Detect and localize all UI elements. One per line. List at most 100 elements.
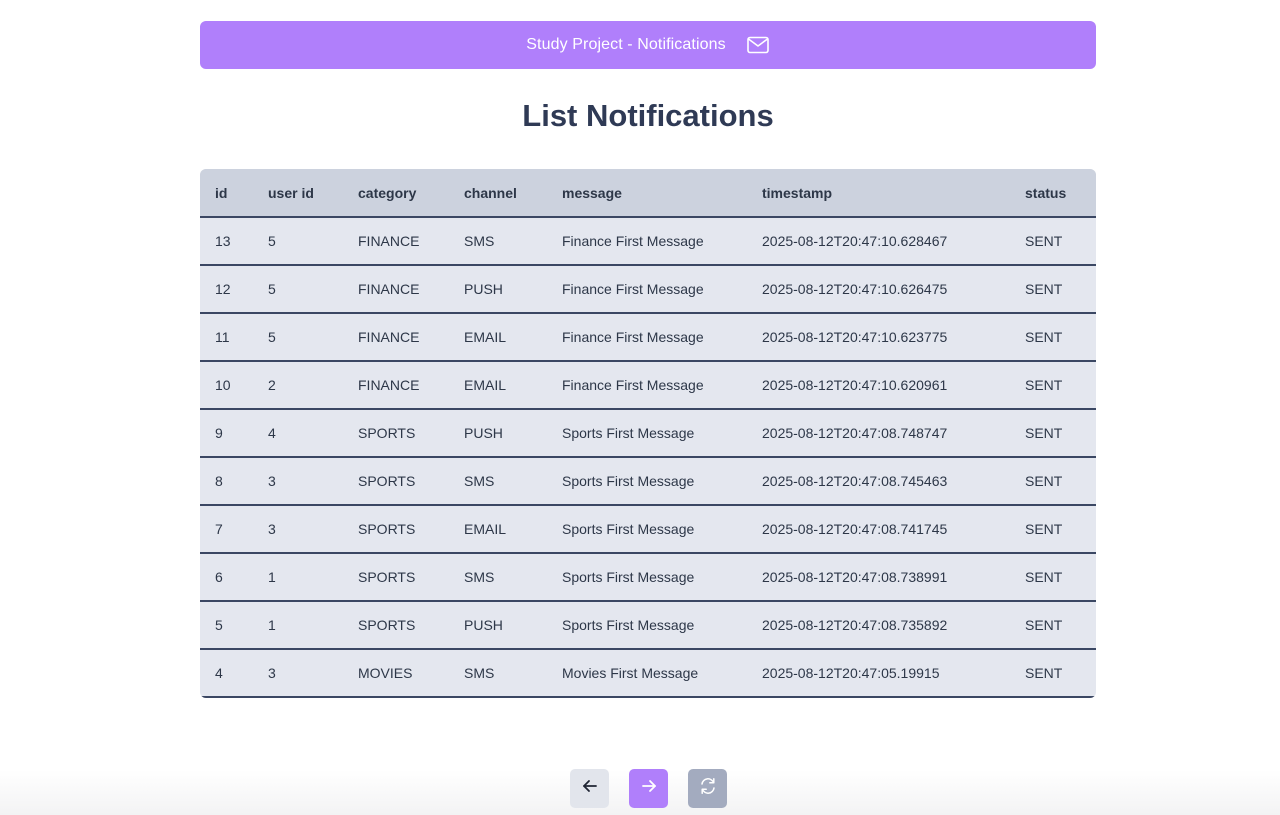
cell-user-id: 3 [268,473,276,489]
cell-message: Finance First Message [562,329,704,345]
cell-channel: SMS [464,473,495,489]
cell-status: SENT [1025,521,1063,537]
cell-status: SENT [1025,569,1063,585]
cell-user-id: 4 [268,425,276,441]
cell-user-id: 1 [268,569,276,585]
cell-status: SENT [1025,617,1063,633]
cell-channel: EMAIL [464,329,507,345]
column-header-category: category [358,184,417,201]
cell-category: SPORTS [358,425,416,441]
page-title: List Notifications [522,98,774,133]
cell-message: Finance First Message [562,233,704,249]
cell-timestamp: 2025-08-12T20:47:08.741745 [762,521,948,537]
mail-icon[interactable] [746,33,770,57]
cell-channel: SMS [464,665,495,681]
table-row: 12 5 FINANCE PUSH Finance First Message … [200,265,1096,313]
cell-user-id: 1 [268,617,276,633]
cell-status: SENT [1025,473,1063,489]
cell-status: SENT [1025,281,1063,297]
cell-id: 12 [215,281,231,297]
table-row: 4 3 MOVIES SMS Movies First Message 2025… [200,649,1096,697]
cell-category: SPORTS [358,521,416,537]
cell-id: 4 [215,665,223,681]
cell-timestamp: 2025-08-12T20:47:08.738991 [762,569,948,585]
cell-message: Finance First Message [562,281,704,297]
cell-id: 7 [215,521,223,537]
column-header-user-id: user id [268,184,314,201]
cell-status: SENT [1025,425,1063,441]
app-header: Study Project - Notifications [200,21,1096,69]
previous-page-button[interactable] [570,769,609,808]
refresh-button[interactable] [688,769,727,808]
cell-status: SENT [1025,665,1063,681]
cell-category: SPORTS [358,617,416,633]
page: Study Project - Notifications List Notif… [0,0,1280,815]
table-row: 8 3 SPORTS SMS Sports First Message 2025… [200,457,1096,505]
cell-message: Sports First Message [562,521,695,537]
cell-timestamp: 2025-08-12T20:47:10.623775 [762,329,948,345]
arrow-left-icon [581,777,599,800]
cell-category: FINANCE [358,281,420,297]
cell-status: SENT [1025,377,1063,393]
cell-id: 9 [215,425,223,441]
cell-id: 11 [215,329,230,345]
cell-category: FINANCE [358,329,420,345]
refresh-icon [698,776,718,801]
table-row: 13 5 FINANCE SMS Finance First Message 2… [200,217,1096,265]
cell-message: Sports First Message [562,617,695,633]
cell-user-id: 3 [268,521,276,537]
pagination-controls [570,769,727,808]
cell-channel: PUSH [464,617,503,633]
cell-category: SPORTS [358,473,416,489]
cell-channel: PUSH [464,425,503,441]
table-row: 7 3 SPORTS EMAIL Sports First Message 20… [200,505,1096,553]
cell-channel: PUSH [464,281,503,297]
cell-message: Sports First Message [562,473,695,489]
cell-timestamp: 2025-08-12T20:47:08.735892 [762,617,948,633]
cell-timestamp: 2025-08-12T20:47:05.19915 [762,665,940,681]
cell-id: 10 [215,377,231,393]
cell-message: Finance First Message [562,377,704,393]
cell-user-id: 5 [268,329,276,345]
column-header-channel: channel [464,184,517,201]
cell-category: FINANCE [358,377,420,393]
table-row: 11 5 FINANCE EMAIL Finance First Message… [200,313,1096,361]
app-title: Study Project - Notifications [526,36,726,53]
cell-user-id: 2 [268,377,276,393]
cell-status: SENT [1025,329,1063,345]
column-header-id: id [215,184,228,201]
cell-category: FINANCE [358,233,420,249]
arrow-right-icon [640,777,658,800]
table-row: 6 1 SPORTS SMS Sports First Message 2025… [200,553,1096,601]
table-header-row: id user id category channel message time… [200,169,1096,217]
cell-timestamp: 2025-08-12T20:47:10.620961 [762,377,948,393]
table-row: 10 2 FINANCE EMAIL Finance First Message… [200,361,1096,409]
cell-status: SENT [1025,233,1063,249]
column-header-message: message [562,184,622,201]
cell-user-id: 5 [268,281,276,297]
column-header-timestamp: timestamp [762,184,833,201]
table-row: 5 1 SPORTS PUSH Sports First Message 202… [200,601,1096,649]
cell-id: 6 [215,569,223,585]
cell-channel: EMAIL [464,377,507,393]
cell-category: SPORTS [358,569,416,585]
cell-message: Movies First Message [562,665,699,681]
table-row: 9 4 SPORTS PUSH Sports First Message 202… [200,409,1096,457]
next-page-button[interactable] [629,769,668,808]
notifications-table: id user id category channel message time… [200,169,1096,698]
cell-channel: SMS [464,569,495,585]
cell-timestamp: 2025-08-12T20:47:08.745463 [762,473,948,489]
cell-message: Sports First Message [562,425,695,441]
column-header-status: status [1025,184,1067,201]
cell-category: MOVIES [358,665,413,681]
cell-user-id: 5 [268,233,276,249]
cell-id: 8 [215,473,223,489]
cell-timestamp: 2025-08-12T20:47:10.628467 [762,233,948,249]
cell-timestamp: 2025-08-12T20:47:08.748747 [762,425,948,441]
cell-id: 13 [215,233,231,249]
cell-id: 5 [215,617,223,633]
cell-channel: SMS [464,233,495,249]
cell-timestamp: 2025-08-12T20:47:10.626475 [762,281,948,297]
cell-user-id: 3 [268,665,276,681]
cell-message: Sports First Message [562,569,695,585]
